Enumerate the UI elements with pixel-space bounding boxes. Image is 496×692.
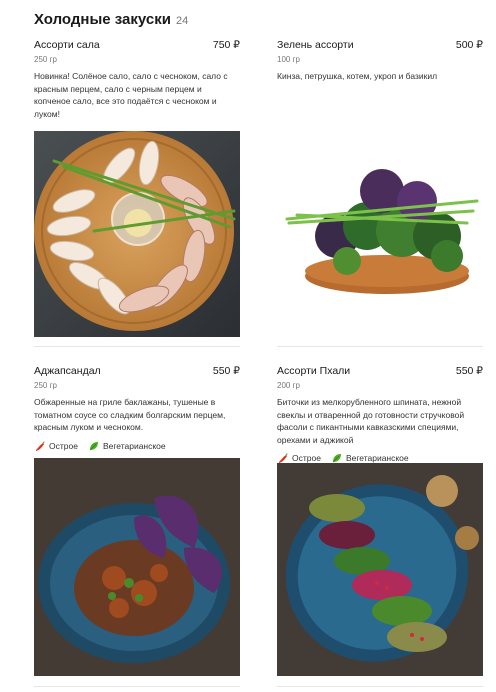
- item-price: 550 ₽: [455, 365, 483, 377]
- menu-item-card[interactable]: Ассорти сала 750 ₽ 250 гр Новинка! Солён…: [34, 39, 240, 120]
- menu-item-card[interactable]: Аджапсандал 550 ₽ 250 гр Обжаренные на г…: [34, 365, 240, 452]
- divider: [277, 686, 483, 687]
- section-count: 24: [175, 15, 189, 27]
- item-description: Битoчки из мелкорубленного шпината, нежн…: [277, 397, 465, 445]
- divider: [34, 686, 240, 687]
- tag-label: Вегетарианское: [345, 453, 409, 464]
- item-name[interactable]: Аджапсандал: [34, 365, 101, 377]
- item-description: Новинка! Солёное сало, сало с чесноком, …: [34, 71, 228, 119]
- menu-item-card[interactable]: Зелень ассорти 500 ₽ 100 гр Кинза, петру…: [277, 39, 483, 83]
- item-weight: 100 гр: [277, 55, 300, 64]
- menu-item-card[interactable]: Ассорти Пхали 550 ₽ 200 гр Битoчки из ме…: [277, 365, 483, 464]
- item-name[interactable]: Ассорти сала: [34, 39, 100, 51]
- tag-label: Острое: [292, 453, 321, 464]
- item-tags: Острое Вегетарианское: [34, 440, 240, 452]
- divider: [34, 346, 240, 347]
- tag-label: Острое: [49, 440, 78, 451]
- chili-pepper-icon: [36, 440, 45, 451]
- section-header: Холодные закуски 24: [34, 11, 188, 28]
- item-price: 500 ₽: [455, 39, 483, 51]
- item-price: 550 ₽: [212, 365, 240, 377]
- item-photo[interactable]: [277, 131, 483, 337]
- item-name[interactable]: Зелень ассорти: [277, 39, 354, 51]
- salo-plate-image: [34, 131, 240, 337]
- item-price: 750 ₽: [212, 39, 240, 51]
- item-description: Кинза, петрушка, котем, укроп и базикил: [277, 71, 438, 81]
- greens-board-image: [277, 131, 483, 337]
- item-description: Обжаренные на гриле баклажаны, тушеные в…: [34, 397, 226, 433]
- item-photo[interactable]: [277, 463, 483, 676]
- divider: [277, 346, 483, 347]
- section-title: Холодные закуски: [34, 11, 171, 28]
- item-weight: 250 гр: [34, 55, 57, 64]
- item-weight: 200 гр: [277, 381, 300, 390]
- tag-spicy: Острое: [34, 440, 78, 452]
- pkhali-plate-image: [277, 463, 483, 676]
- item-photo[interactable]: [34, 131, 240, 337]
- tag-label: Вегетарианское: [102, 440, 166, 451]
- ajapsandal-bowl-image: [34, 458, 240, 676]
- item-photo[interactable]: [34, 458, 240, 676]
- item-name[interactable]: Ассорти Пхали: [277, 365, 350, 377]
- tag-vegetarian: Вегетарианское: [88, 440, 166, 452]
- leaf-icon: [89, 441, 98, 451]
- item-weight: 250 гр: [34, 381, 57, 390]
